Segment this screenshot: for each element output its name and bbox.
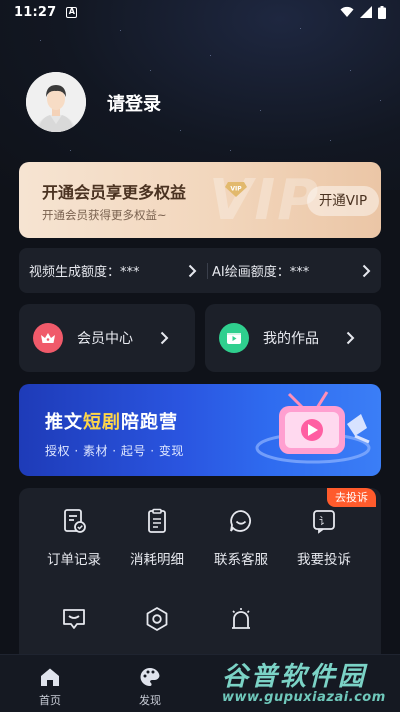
battery-icon [378,5,386,19]
quota-row: 视频生成额度：*** AI绘画额度：*** [19,248,381,293]
crown-icon [33,323,63,353]
chevron-right-icon [362,264,371,277]
order-record-icon [64,509,86,533]
vip-watermark: VIP [209,168,321,233]
order-record-item[interactable]: 订单记录 [34,508,114,568]
complaint-icon: 讠 [313,510,335,534]
short-drama-camp-banner[interactable]: 推文短剧陪跑营 授权 · 素材 · 起号 · 变现 [19,384,381,476]
member-center-label: 会员中心 [77,331,133,347]
complaint-label: 我要投诉 [297,552,351,568]
settings-icon [146,607,168,631]
customer-service-label: 联系客服 [214,552,268,568]
banner-title: 推文短剧陪跑营 [45,408,178,434]
message-icon [63,609,85,629]
consumption-detail-item[interactable]: 消耗明细 [117,508,197,568]
vip-title: 开通会员享更多权益 [42,183,187,202]
ai-quota-label: AI绘画额度：*** [212,265,310,280]
complaint-item[interactable]: 讠 我要投诉 [284,508,364,568]
home-icon [41,668,59,686]
vip-promo-card[interactable]: VIP 开通会员享更多权益 VIP 开通会员获得更多权益~ 开通VIP [19,162,381,238]
my-works-tile[interactable]: 我的作品 [205,304,381,372]
video-quota-item[interactable]: 视频生成额度：*** [19,248,207,293]
settings-item[interactable] [117,606,197,646]
avatar-person-icon [26,72,86,132]
svg-text:讠: 讠 [319,516,329,528]
status-time: 11:27 [14,4,57,20]
order-record-label: 订单记录 [47,552,101,568]
video-quota-label: 视频生成额度：*** [29,265,140,280]
notification-a-icon: A [66,6,78,18]
ai-quota-item[interactable]: AI绘画额度：*** [208,248,381,293]
consumption-detail-icon [148,508,166,533]
nav-discover-label: 发现 [139,694,161,707]
watermark-line2: www.gupuxiazai.com [222,690,386,705]
video-icon [219,323,249,353]
banner-subtitle: 授权 · 素材 · 起号 · 变现 [45,444,184,458]
customer-service-item[interactable]: 联系客服 [201,508,281,568]
chevron-right-icon [160,331,169,345]
my-works-label: 我的作品 [263,331,319,347]
chevron-right-icon [346,331,355,345]
banner-title-part2: 陪跑营 [121,412,178,433]
message-item[interactable] [34,606,114,646]
wifi-icon [340,6,354,17]
complain-badge[interactable]: 去投诉 [327,488,376,507]
vip-badge-text: VIP [230,186,242,193]
tv-illustration-icon [255,391,371,464]
tools-panel: 去投诉 订单记录 消耗明细 联系客服 讠 我要投诉 [19,488,381,656]
avatar[interactable] [26,72,86,132]
consumption-detail-label: 消耗明细 [130,552,184,568]
login-link[interactable]: 请登录 [107,90,161,116]
notification-item[interactable] [201,606,281,646]
vip-diamond-icon: VIP [225,182,247,197]
open-vip-button[interactable]: 开通VIP [307,186,379,216]
status-bar: 11:27 A [0,0,400,24]
nav-home-label: 首页 [39,694,61,707]
site-watermark: 谷普软件园 www.gupuxiazai.com [222,656,398,710]
member-center-tile[interactable]: 会员中心 [19,304,195,372]
banner-title-highlight: 短剧 [83,412,121,433]
customer-service-icon [230,510,251,532]
watermark-line1: 谷普软件园 [222,662,368,692]
vip-subtitle: 开通会员获得更多权益~ [42,208,167,222]
chevron-right-icon [188,264,197,277]
nav-home[interactable]: 首页 [20,667,80,708]
discover-icon [140,667,160,686]
banner-title-part1: 推文 [45,412,83,433]
notification-bell-icon [232,608,250,629]
signal-icon [360,6,372,18]
nav-discover[interactable]: 发现 [120,667,180,708]
